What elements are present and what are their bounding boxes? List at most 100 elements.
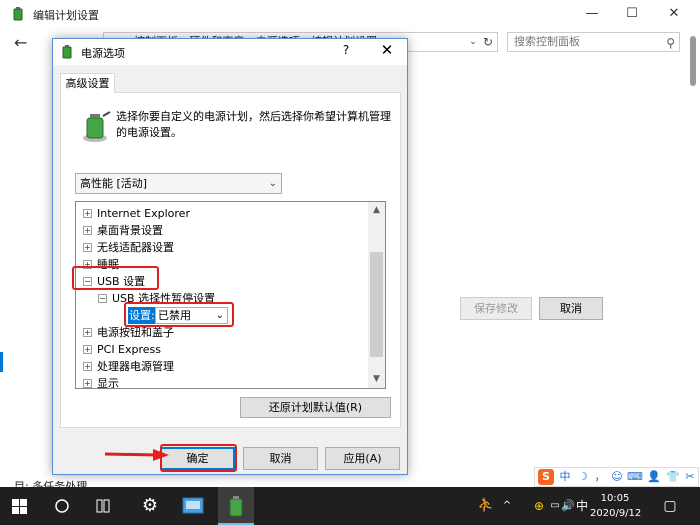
keyboard-icon[interactable]: ⌨ <box>627 469 643 485</box>
tree-item-usb-selective-suspend[interactable]: − USB 选择性暂停设置 <box>98 290 215 307</box>
clock-date: 2020/9/12 <box>590 508 642 519</box>
plan-dropdown[interactable]: 高性能 [活动] ⌄ <box>75 173 282 194</box>
settings-gear-icon[interactable]: ⚙ <box>136 487 164 525</box>
apply-button[interactable]: 应用(A) <box>325 447 400 470</box>
expand-icon[interactable]: + <box>83 243 92 252</box>
battery-icon <box>62 45 72 59</box>
expand-icon[interactable]: + <box>83 328 92 337</box>
tree-item[interactable]: + PCI Express <box>83 341 161 358</box>
refresh-icon[interactable]: ↻ <box>479 32 497 52</box>
tools-icon[interactable]: ✂ <box>683 469 697 485</box>
minimize-button[interactable]: — <box>581 4 603 24</box>
tree-item-label: 处理器电源管理 <box>97 360 174 373</box>
tree-item-label: 桌面背景设置 <box>97 224 163 237</box>
tree-scrollbar[interactable]: ▲ ▼ <box>368 202 385 388</box>
battery-icon <box>229 496 243 517</box>
tree-item-label: USB 选择性暂停设置 <box>112 292 216 305</box>
window-title: 编辑计划设置 <box>33 9 99 22</box>
tree-item-label: USB 设置 <box>97 275 146 288</box>
ok-button[interactable]: 确定 <box>160 447 235 470</box>
restore-defaults-button[interactable]: 还原计划默认值(R) <box>240 397 391 418</box>
power-plan-icon <box>13 7 23 21</box>
expand-icon[interactable]: + <box>83 226 92 235</box>
sogou-logo-icon[interactable]: S <box>538 469 554 485</box>
dialog-title: 电源选项 <box>81 47 125 60</box>
tree-item[interactable]: + 桌面背景设置 <box>83 222 163 239</box>
power-plan-icon <box>83 111 111 142</box>
expand-icon[interactable]: + <box>83 260 92 269</box>
taskbar: ⚙ ⛹ ^ ⊕ ▭ 🔊 中 10:05 2020/9/12 ▢ <box>0 487 700 525</box>
ime-toolbar: S 中 ☽ ， ☺ ⌨ 👤 👕 ✂ <box>534 467 699 487</box>
tree-item-label: PCI Express <box>97 343 162 356</box>
tree-item[interactable]: + 电源按钮和盖子 <box>83 324 174 341</box>
moon-icon[interactable]: ☽ <box>576 469 590 485</box>
scroll-up-icon[interactable]: ▲ <box>368 202 385 219</box>
network-icon[interactable]: ▭ <box>548 487 562 525</box>
intro-text: 选择你要自定义的电源计划，然后选择你希望计算机管理的电源设置。 <box>116 110 391 139</box>
window-titlebar: 编辑计划设置 — ☐ ✕ <box>0 0 700 28</box>
red-arrow-icon <box>105 449 169 461</box>
expand-icon[interactable]: + <box>83 362 92 371</box>
advanced-settings-panel: 选择你要自定义的电源计划，然后选择你希望计算机管理的电源设置。 高性能 [活动]… <box>60 92 401 428</box>
ime-mode[interactable]: 中 <box>558 469 572 485</box>
tree-item-label: Internet Explorer <box>97 207 190 220</box>
collapse-icon[interactable]: − <box>98 294 107 303</box>
usb-suspend-dropdown[interactable]: 已禁用 ⌄ <box>155 307 228 324</box>
punctuation-icon[interactable]: ， <box>593 469 607 485</box>
scroll-thumb[interactable] <box>370 252 383 357</box>
chevron-down-icon: ⌄ <box>268 178 277 189</box>
scroll-down-icon[interactable]: ▼ <box>368 371 385 388</box>
task-view-icon[interactable] <box>93 487 113 525</box>
maximize-button[interactable]: ☐ <box>621 4 643 24</box>
control-panel-icon[interactable] <box>180 487 206 525</box>
clock-time: 10:05 <box>600 493 630 504</box>
left-accent <box>0 352 3 372</box>
settings-tree[interactable]: + Internet Explorer + 桌面背景设置 + 无线适配器设置 +… <box>75 201 386 389</box>
setting-value: 已禁用 <box>158 309 191 322</box>
skin-icon[interactable]: 👕 <box>665 469 681 485</box>
search-icon: ⚲ <box>666 36 675 50</box>
tree-item-usb-settings[interactable]: − USB 设置 <box>83 273 145 290</box>
bg-cancel-button[interactable]: 取消 <box>539 297 603 320</box>
help-button[interactable]: ? <box>336 43 356 57</box>
save-changes-button[interactable]: 保存修改 <box>460 297 532 320</box>
tab-advanced-settings[interactable]: 高级设置 <box>60 73 115 93</box>
tree-item-label: 电源按钮和盖子 <box>97 326 174 339</box>
clock[interactable]: 10:05 2020/9/12 <box>590 491 642 521</box>
dialog-titlebar: 电源选项 ? ✕ <box>53 39 407 65</box>
people-icon[interactable]: ⛹ <box>477 487 495 525</box>
expand-icon[interactable]: + <box>83 345 92 354</box>
expand-icon[interactable]: + <box>83 379 92 388</box>
user-icon[interactable]: 👤 <box>646 469 662 485</box>
setting-row: 设置: 已禁用 ⌄ <box>128 307 288 324</box>
chevron-down-icon: ⌄ <box>215 310 224 321</box>
windows-start-icon[interactable] <box>10 487 30 525</box>
collapse-icon[interactable]: − <box>83 277 92 286</box>
tree-item[interactable]: + 无线适配器设置 <box>83 239 174 256</box>
chevron-down-icon[interactable]: ⌄ <box>466 32 480 52</box>
close-button[interactable]: ✕ <box>663 4 685 24</box>
notification-icon[interactable]: ▢ <box>660 487 680 525</box>
expand-icon[interactable]: + <box>83 209 92 218</box>
security-icon[interactable]: ⊕ <box>531 487 547 525</box>
speaker-icon[interactable]: 🔊 <box>561 487 575 525</box>
search-input[interactable]: 搜索控制面板 ⚲ <box>507 32 680 52</box>
tree-item[interactable]: + 显示 <box>83 375 119 388</box>
search-placeholder: 搜索控制面板 <box>514 35 580 48</box>
setting-label: 设置: <box>128 307 156 324</box>
tree-item[interactable]: + 睡眠 <box>83 256 119 273</box>
window-scrollbar[interactable] <box>690 36 696 86</box>
chevron-up-icon[interactable]: ^ <box>500 487 514 525</box>
search-icon[interactable] <box>52 487 72 525</box>
tree-item[interactable]: + 处理器电源管理 <box>83 358 174 375</box>
tree-item-label: 无线适配器设置 <box>97 241 174 254</box>
taskbar-active-app[interactable] <box>218 487 254 525</box>
tree-item[interactable]: + Internet Explorer <box>83 205 190 222</box>
language-indicator[interactable]: 中 <box>575 487 589 525</box>
power-options-dialog: 电源选项 ? ✕ 高级设置 选择你要自定义的电源计划，然后选择你希望计算机管理的… <box>52 38 408 475</box>
plan-selected-value: 高性能 [活动] <box>80 177 148 190</box>
dialog-close-button[interactable]: ✕ <box>375 41 399 59</box>
back-arrow-icon[interactable]: ← <box>14 33 27 52</box>
cancel-button[interactable]: 取消 <box>243 447 318 470</box>
emoji-icon[interactable]: ☺ <box>610 469 624 485</box>
